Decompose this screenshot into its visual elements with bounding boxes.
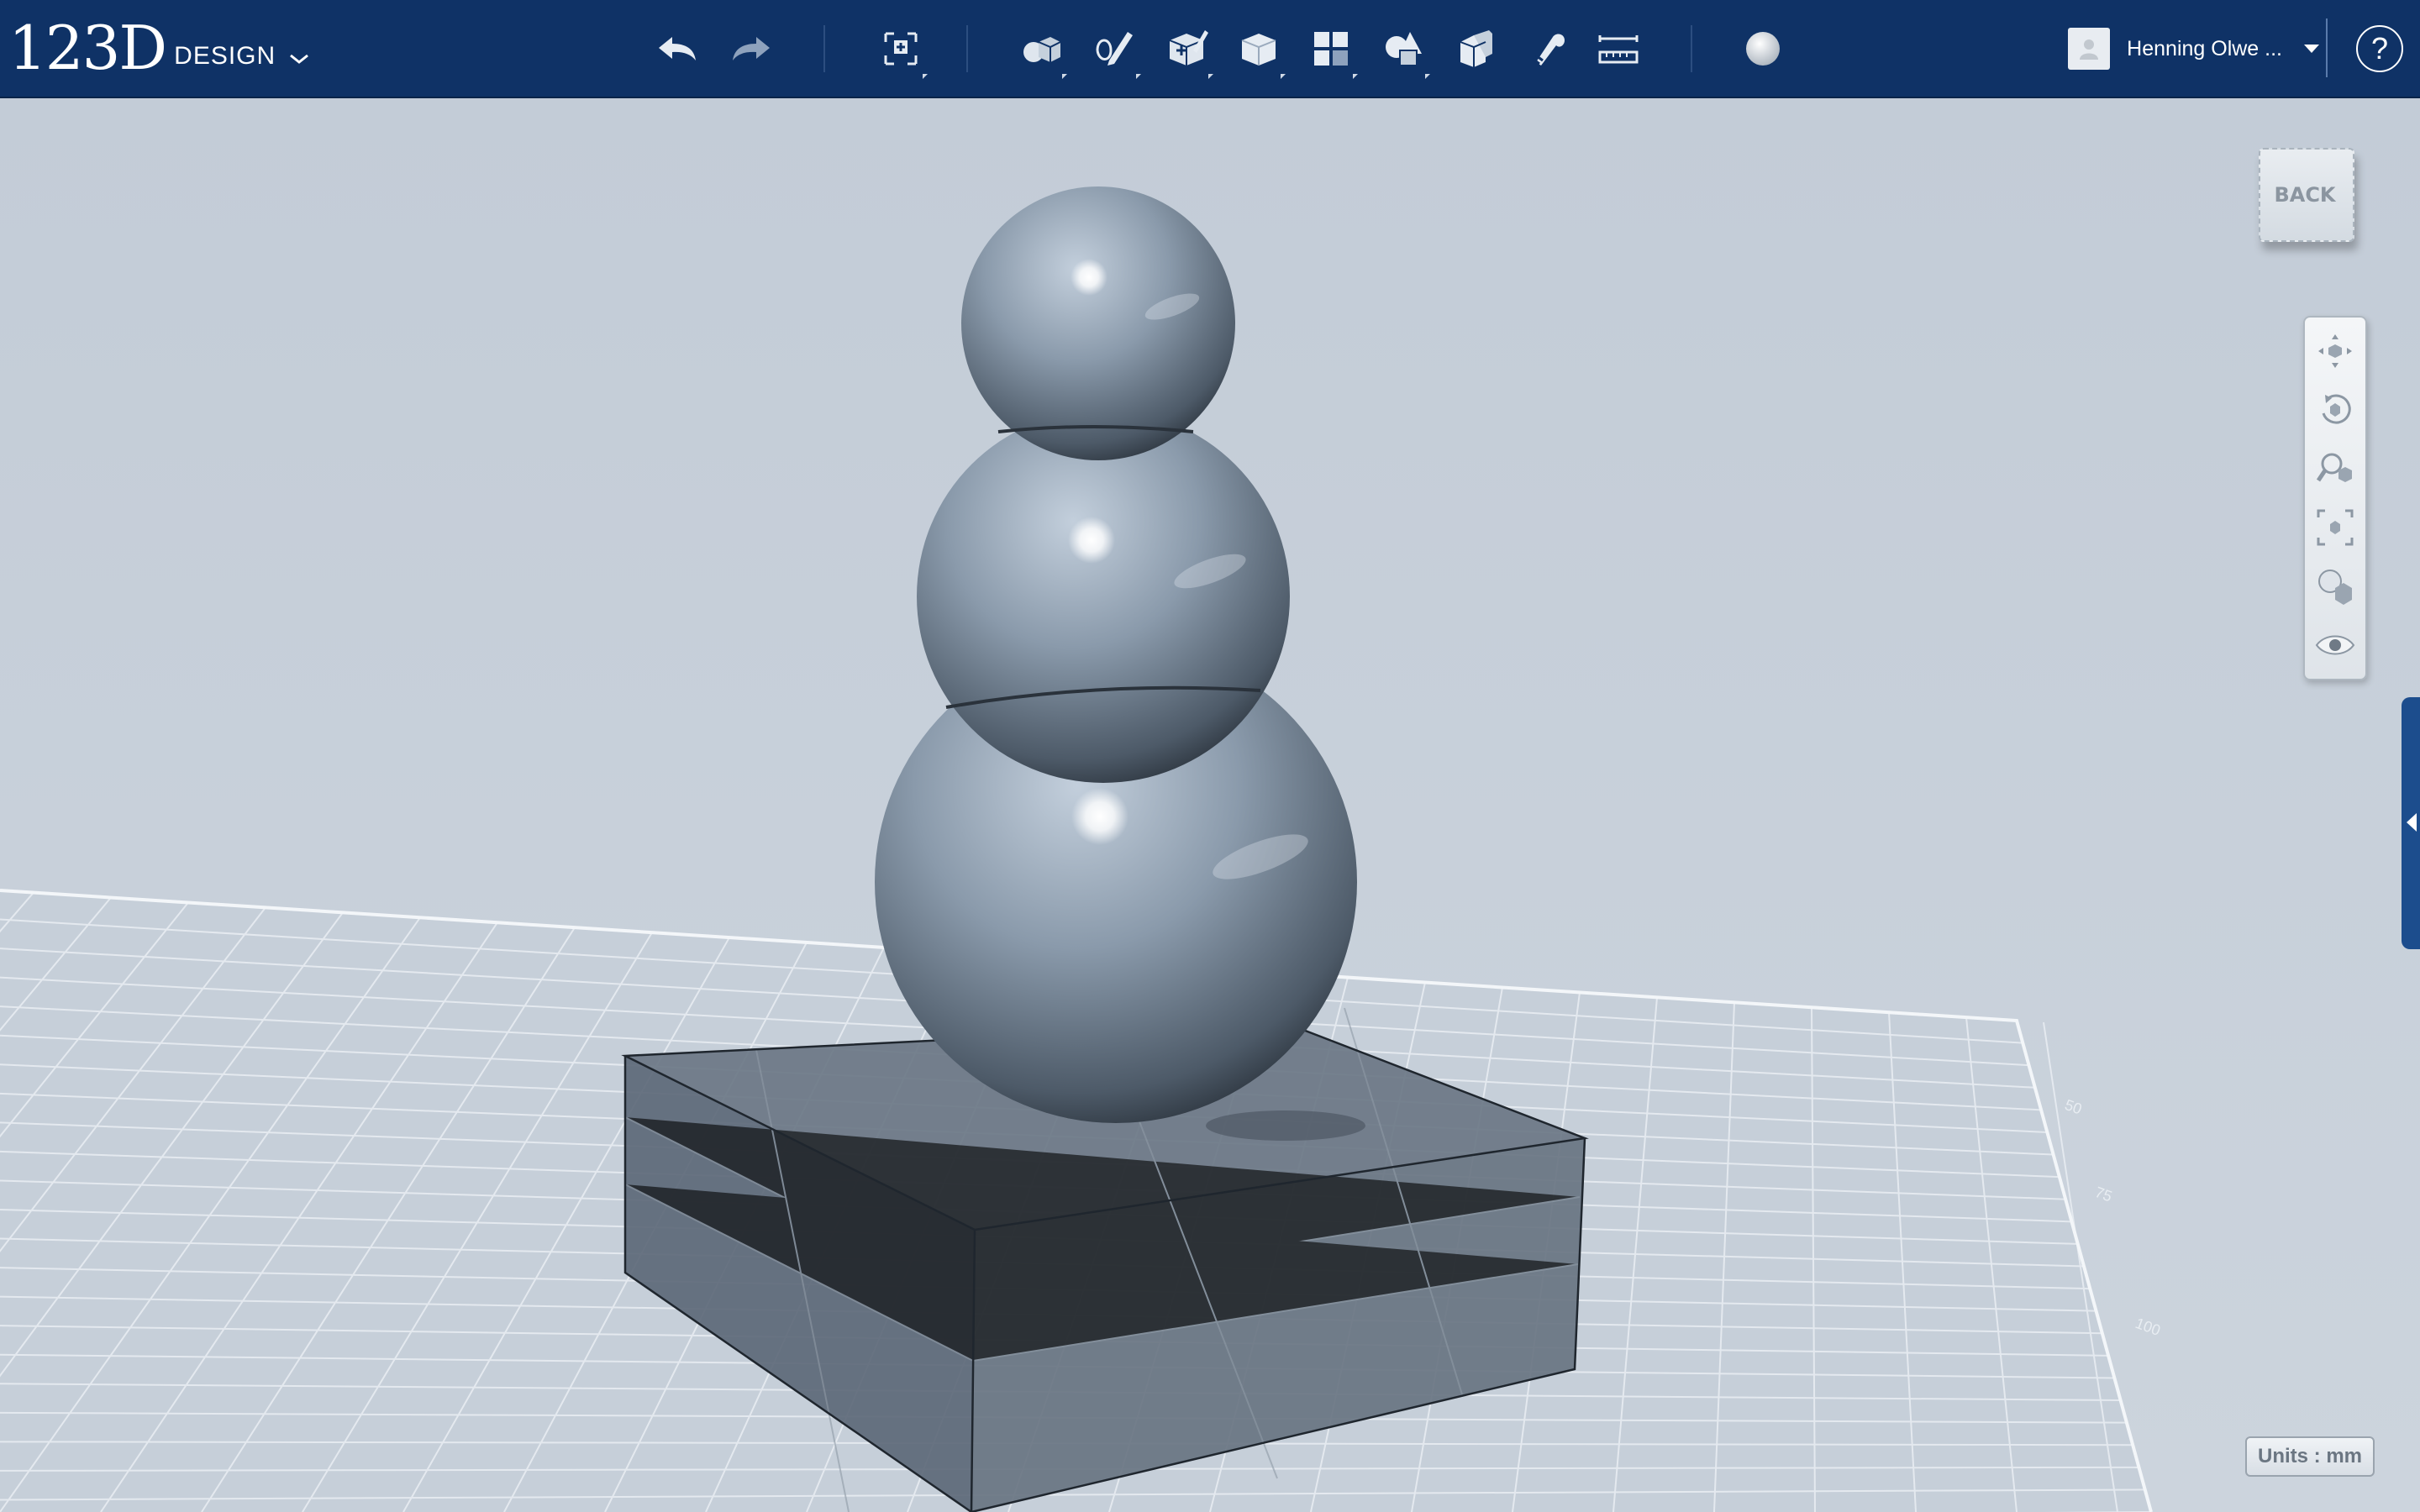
construct-button[interactable] (1158, 20, 1215, 79)
toolbar-separator (823, 25, 825, 72)
pattern-button[interactable] (1302, 20, 1360, 79)
measure-icon (1598, 35, 1639, 64)
3d-viewport[interactable]: 50 75 100 BACK Units: mm (0, 98, 2420, 1512)
units-indicator[interactable]: Units : mm (2245, 1436, 2375, 1477)
user-name: Henning Olwe ... (2127, 36, 2282, 60)
combine-button[interactable] (1447, 20, 1504, 77)
transform-icon (884, 32, 918, 66)
user-menu[interactable]: Henning Olwe ... (2068, 27, 2319, 71)
primitives-button[interactable] (1012, 20, 1069, 79)
toolbar-separator (966, 25, 968, 72)
snap-icon (1532, 34, 1565, 66)
primitives-icon (1023, 37, 1061, 62)
caret-down-icon[interactable] (2304, 45, 2319, 53)
snap-button[interactable] (1519, 20, 1576, 77)
construct-icon (1169, 30, 1208, 66)
orbit-button[interactable] (2313, 388, 2357, 432)
chevron-down-icon[interactable] (287, 47, 311, 71)
redo-button[interactable] (723, 20, 780, 77)
fit-icon (2317, 509, 2354, 546)
undo-button[interactable] (649, 20, 706, 77)
pan-button[interactable] (2313, 329, 2357, 373)
orbit-icon (2322, 394, 2351, 424)
modify-button[interactable] (1230, 20, 1287, 79)
fit-button[interactable] (2313, 506, 2357, 549)
scene-canvas: 50 75 100 (0, 98, 2420, 1512)
material-icon (1746, 32, 1780, 66)
grouping-icon (1386, 32, 1422, 66)
sketch-button[interactable] (1086, 20, 1143, 79)
user-icon (2080, 39, 2099, 60)
visibility-icon (2315, 635, 2355, 655)
view-mode-icon (2318, 570, 2352, 605)
modify-icon (1241, 34, 1276, 66)
pan-icon (2318, 334, 2352, 368)
undo-icon (659, 37, 696, 60)
visibility-button[interactable] (2313, 623, 2357, 667)
toolbar-separator (1691, 25, 1692, 72)
view-mode-button[interactable] (2313, 564, 2357, 608)
combine-icon (1460, 30, 1492, 67)
pattern-icon (1314, 32, 1348, 66)
logo-text: 123D (8, 13, 167, 83)
app-logo[interactable]: 123D DESIGN (8, 12, 311, 84)
avatar (2068, 28, 2111, 70)
side-panel-toggle[interactable] (2402, 697, 2420, 949)
grouping-button[interactable] (1375, 20, 1432, 79)
help-button[interactable]: ? (2356, 25, 2403, 72)
transform-button[interactable] (872, 20, 929, 79)
middle-sphere[interactable] (917, 410, 1290, 783)
chevron-left-icon (2407, 813, 2417, 832)
top-sphere[interactable] (961, 186, 1235, 460)
top-toolbar: 123D DESIGN Henning Olwe ... ? (0, 0, 2420, 98)
measure-button[interactable] (1590, 20, 1647, 77)
redo-icon (733, 37, 770, 60)
view-cube[interactable]: BACK (2252, 141, 2360, 249)
view-cube-label: BACK (2274, 183, 2336, 207)
navigation-bar (2303, 316, 2367, 680)
toolbar-separator (2326, 18, 2328, 77)
logo-product-text: DESIGN (174, 42, 276, 70)
zoom-icon (2316, 453, 2352, 482)
sketch-icon (1096, 32, 1133, 66)
material-button[interactable] (1734, 20, 1791, 77)
zoom-button[interactable] (2313, 447, 2357, 491)
